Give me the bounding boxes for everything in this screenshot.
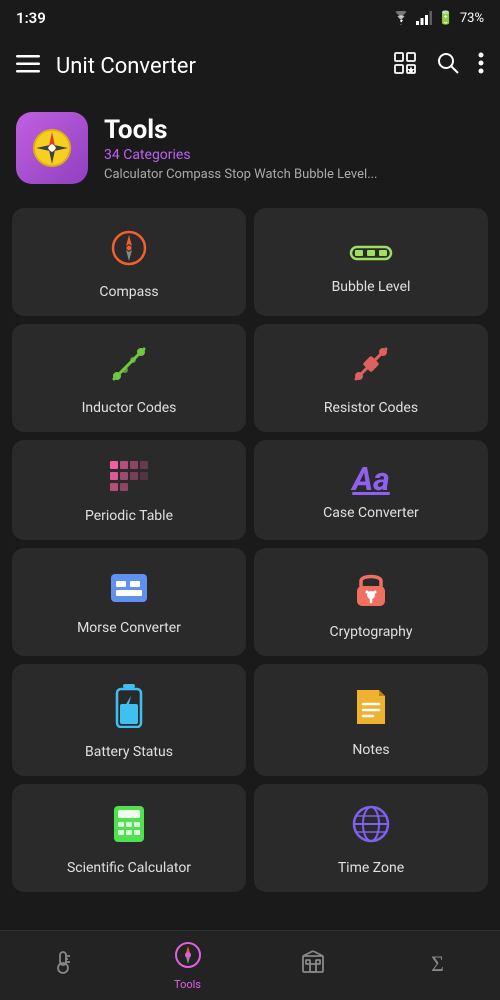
thermometer-icon — [50, 948, 76, 980]
inductor-codes-label: Inductor Codes — [82, 400, 177, 416]
status-bar: 1:39 🔋 73% — [0, 0, 500, 36]
battery-status-icon — [115, 684, 143, 734]
bottom-nav: Tools Σ — [0, 930, 500, 1000]
more-vertical-icon[interactable] — [478, 51, 484, 81]
header-info: Tools 34 Categories Calculator Compass S… — [104, 115, 378, 182]
cryptography-icon — [353, 568, 389, 614]
resistor-codes-icon — [351, 344, 391, 390]
header-subtitle: 34 Categories — [104, 147, 378, 163]
scientific-calculator-icon — [111, 804, 147, 850]
nav-item-sum[interactable]: Σ — [375, 951, 500, 980]
grid-item-morse-converter[interactable]: Morse Converter — [12, 548, 246, 656]
grid-star-icon[interactable] — [392, 50, 418, 82]
time-zone-label: Time Zone — [338, 860, 404, 876]
sigma-icon: Σ — [431, 951, 444, 977]
grid-item-resistor-codes[interactable]: Resistor Codes — [254, 324, 488, 432]
tools-grid: Compass Bubble Level Inductor Codes — [0, 200, 500, 900]
nav-item-temperature[interactable] — [0, 948, 125, 983]
search-icon[interactable] — [436, 51, 460, 81]
battery-icon: 🔋 — [438, 11, 454, 26]
signal-icon — [416, 11, 432, 25]
cryptography-label: Cryptography — [329, 624, 412, 640]
header-title: Tools — [104, 115, 378, 145]
nav-label-tools: Tools — [174, 978, 201, 991]
bubble-level-label: Bubble Level — [332, 279, 411, 295]
header-description: Calculator Compass Stop Watch Bubble Lev… — [104, 167, 378, 182]
grid-item-case-converter[interactable]: Aa Case Converter — [254, 440, 488, 540]
inductor-codes-icon — [109, 344, 149, 390]
grid-item-compass[interactable]: Compass — [12, 208, 246, 316]
grid-item-bubble-level[interactable]: Bubble Level — [254, 208, 488, 316]
morse-converter-icon — [109, 572, 149, 610]
nav-item-tools[interactable]: Tools — [125, 941, 250, 991]
compass-label: Compass — [99, 284, 158, 300]
time-zone-icon — [351, 804, 391, 850]
periodic-table-icon — [109, 460, 149, 498]
grid-item-periodic-table[interactable]: Periodic Table — [12, 440, 246, 540]
battery-percent: 73% — [460, 11, 484, 26]
resistor-codes-label: Resistor Codes — [324, 400, 418, 416]
notes-label: Notes — [352, 742, 389, 758]
periodic-table-label: Periodic Table — [85, 508, 173, 524]
app-bar: Unit Converter — [0, 36, 500, 96]
app-bar-actions — [392, 50, 484, 82]
morse-converter-label: Morse Converter — [77, 620, 181, 636]
app-bar-title: Unit Converter — [56, 54, 392, 79]
grid-item-inductor-codes[interactable]: Inductor Codes — [12, 324, 246, 432]
case-converter-label: Case Converter — [323, 505, 419, 521]
bubble-level-icon — [349, 233, 393, 269]
nav-item-converter[interactable] — [250, 948, 375, 983]
grid-item-scientific-calculator[interactable]: Scientific Calculator — [12, 784, 246, 892]
status-time: 1:39 — [16, 9, 46, 27]
status-icons: 🔋 73% — [392, 11, 484, 26]
battery-status-label: Battery Status — [85, 744, 173, 760]
case-converter-icon: Aa — [352, 463, 389, 495]
grid-item-cryptography[interactable]: Cryptography — [254, 548, 488, 656]
menu-icon[interactable] — [16, 54, 40, 79]
header-card: Tools 34 Categories Calculator Compass S… — [0, 96, 500, 200]
scientific-calculator-label: Scientific Calculator — [67, 860, 191, 876]
tools-header-icon — [16, 112, 88, 184]
building-icon — [300, 948, 326, 980]
grid-item-notes[interactable]: Notes — [254, 664, 488, 776]
compass-nav-icon — [174, 941, 202, 975]
grid-item-battery-status[interactable]: Battery Status — [12, 664, 246, 776]
grid-item-time-zone[interactable]: Time Zone — [254, 784, 488, 892]
wifi-icon — [392, 11, 410, 25]
notes-icon — [353, 686, 389, 732]
compass-icon — [109, 228, 149, 274]
